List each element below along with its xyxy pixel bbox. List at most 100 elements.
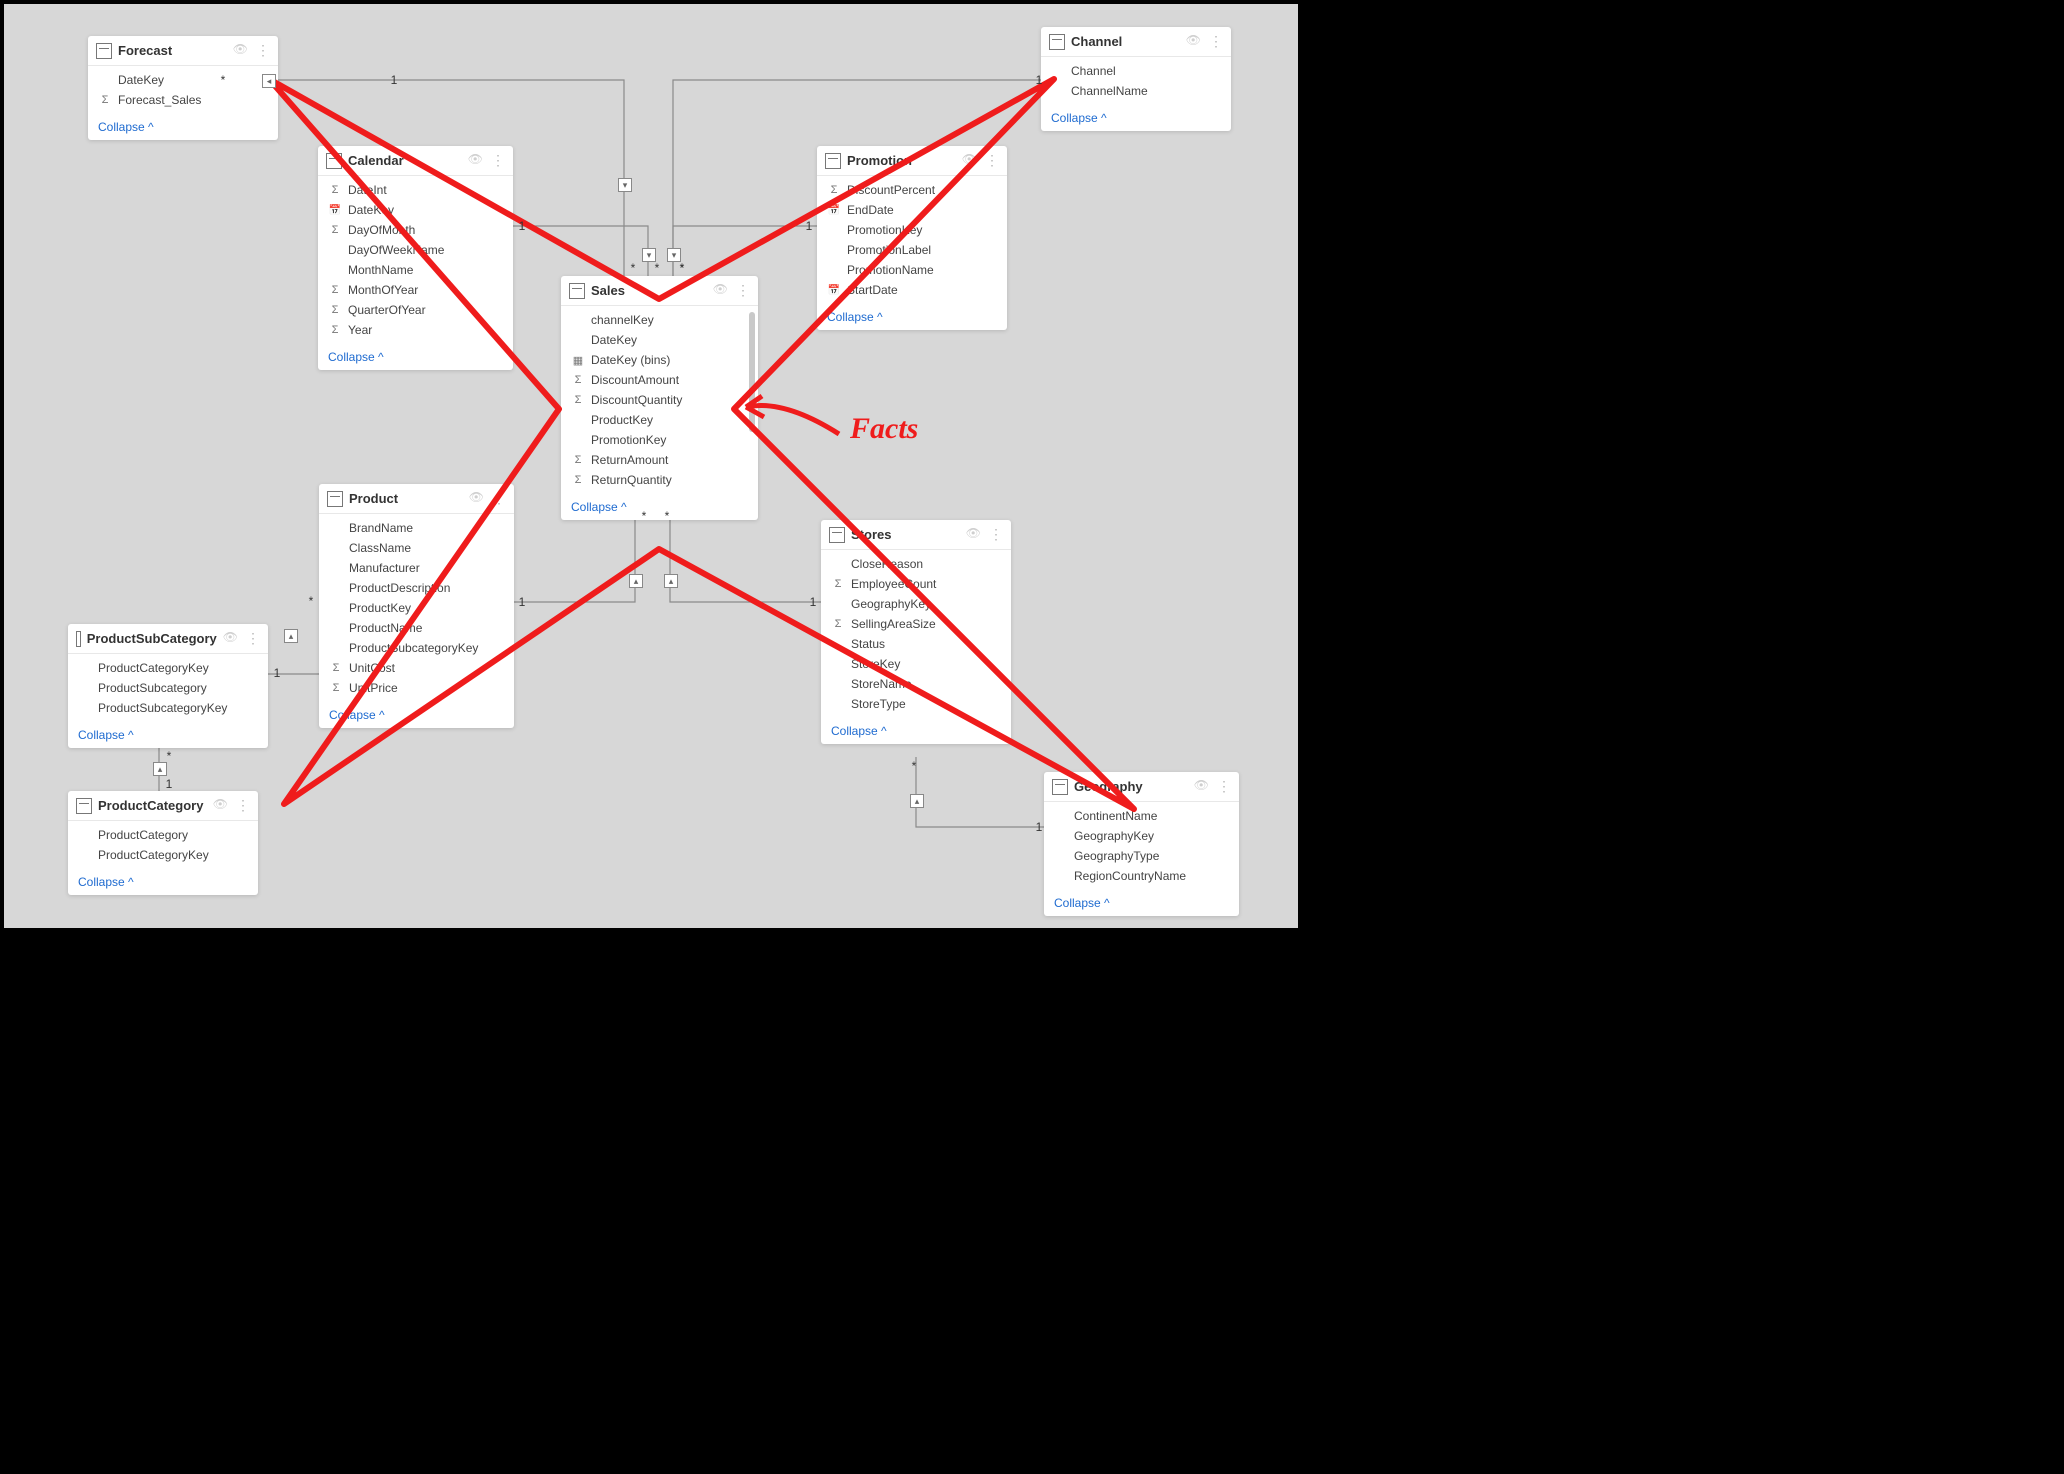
- scrollbar[interactable]: [749, 312, 755, 432]
- table-header[interactable]: ProductSubCategory: [68, 624, 268, 654]
- field-row[interactable]: RegionCountryName: [1044, 866, 1239, 886]
- field-row[interactable]: PromotionKey: [561, 430, 758, 450]
- more-icon[interactable]: [236, 797, 250, 814]
- field-row[interactable]: StartDate: [817, 280, 1007, 300]
- field-row[interactable]: Forecast_Sales: [88, 90, 278, 110]
- collapse-link[interactable]: Collapse ^: [88, 114, 278, 140]
- table-productcategory[interactable]: ProductCategory ProductCategory ProductC…: [68, 791, 258, 895]
- more-icon[interactable]: [985, 152, 999, 169]
- field-row[interactable]: Manufacturer: [319, 558, 514, 578]
- more-icon[interactable]: [989, 526, 1003, 543]
- field-row[interactable]: DateKey: [318, 200, 513, 220]
- table-geography[interactable]: Geography ContinentName GeographyKey Geo…: [1044, 772, 1239, 916]
- table-calendar[interactable]: Calendar DateInt DateKey DayOfMonth DayO…: [318, 146, 513, 370]
- more-icon[interactable]: [1217, 778, 1231, 795]
- collapse-link[interactable]: Collapse ^: [561, 494, 758, 520]
- field-row[interactable]: ReturnAmount: [561, 450, 758, 470]
- visibility-icon[interactable]: [966, 526, 981, 543]
- more-icon[interactable]: [256, 42, 270, 59]
- more-icon[interactable]: [1209, 33, 1223, 50]
- field-row[interactable]: CloseReason: [821, 554, 1011, 574]
- field-row[interactable]: QuarterOfYear: [318, 300, 513, 320]
- field-row[interactable]: Year: [318, 320, 513, 340]
- field-row[interactable]: StoreType: [821, 694, 1011, 714]
- field-row[interactable]: StoreName: [821, 674, 1011, 694]
- more-icon[interactable]: [491, 152, 505, 169]
- table-header[interactable]: Geography: [1044, 772, 1239, 802]
- field-row[interactable]: channelKey: [561, 310, 758, 330]
- collapse-link[interactable]: Collapse ^: [1044, 890, 1239, 916]
- field-row[interactable]: DateInt: [318, 180, 513, 200]
- field-row[interactable]: MonthName: [318, 260, 513, 280]
- field-row[interactable]: ReturnQuantity: [561, 470, 758, 490]
- field-row[interactable]: EndDate: [817, 200, 1007, 220]
- more-icon[interactable]: [246, 630, 260, 647]
- field-row[interactable]: DayOfMonth: [318, 220, 513, 240]
- table-header[interactable]: ProductCategory: [68, 791, 258, 821]
- table-header[interactable]: Promotion: [817, 146, 1007, 176]
- table-sales[interactable]: Sales channelKey DateKey DateKey (bins) …: [561, 276, 758, 520]
- field-row[interactable]: EmployeeCount: [821, 574, 1011, 594]
- table-channel[interactable]: Channel Channel ChannelName Collapse ^: [1041, 27, 1231, 131]
- field-row[interactable]: UnitCost: [319, 658, 514, 678]
- collapse-link[interactable]: Collapse ^: [68, 722, 268, 748]
- table-header[interactable]: Sales: [561, 276, 758, 306]
- collapse-link[interactable]: Collapse ^: [68, 869, 258, 895]
- visibility-icon[interactable]: [1186, 33, 1201, 50]
- field-row[interactable]: MonthOfYear: [318, 280, 513, 300]
- visibility-icon[interactable]: [1194, 778, 1209, 795]
- table-stores[interactable]: Stores CloseReason EmployeeCount Geograp…: [821, 520, 1011, 744]
- collapse-link[interactable]: Collapse ^: [318, 344, 513, 370]
- field-row[interactable]: ProductDescription: [319, 578, 514, 598]
- field-row[interactable]: DateKey: [88, 70, 278, 90]
- visibility-icon[interactable]: [962, 152, 977, 169]
- table-header[interactable]: Forecast: [88, 36, 278, 66]
- more-icon[interactable]: [492, 490, 506, 507]
- field-row[interactable]: PromotionKey: [817, 220, 1007, 240]
- table-productsubcategory[interactable]: ProductSubCategory ProductCategoryKey Pr…: [68, 624, 268, 748]
- table-header[interactable]: Calendar: [318, 146, 513, 176]
- field-row[interactable]: Channel: [1041, 61, 1231, 81]
- field-row[interactable]: ChannelName: [1041, 81, 1231, 101]
- field-row[interactable]: ProductSubcategory: [68, 678, 268, 698]
- table-header[interactable]: Channel: [1041, 27, 1231, 57]
- table-promotion[interactable]: Promotion DiscountPercent EndDate Promot…: [817, 146, 1007, 330]
- more-icon[interactable]: [736, 282, 750, 299]
- field-row[interactable]: DayOfWeekName: [318, 240, 513, 260]
- visibility-icon[interactable]: [213, 797, 228, 814]
- visibility-icon[interactable]: [223, 630, 238, 647]
- collapse-link[interactable]: Collapse ^: [817, 304, 1007, 330]
- table-product[interactable]: Product BrandName ClassName Manufacturer…: [319, 484, 514, 728]
- field-row[interactable]: ProductKey: [561, 410, 758, 430]
- table-forecast[interactable]: Forecast DateKey Forecast_Sales Collapse …: [88, 36, 278, 140]
- field-row[interactable]: Status: [821, 634, 1011, 654]
- field-row[interactable]: ProductCategory: [68, 825, 258, 845]
- field-row[interactable]: ProductCategoryKey: [68, 658, 268, 678]
- collapse-link[interactable]: Collapse ^: [1041, 105, 1231, 131]
- field-row[interactable]: BrandName: [319, 518, 514, 538]
- field-row[interactable]: ProductKey: [319, 598, 514, 618]
- collapse-link[interactable]: Collapse ^: [319, 702, 514, 728]
- field-row[interactable]: DateKey (bins): [561, 350, 758, 370]
- field-row[interactable]: StoreKey: [821, 654, 1011, 674]
- field-row[interactable]: ProductName: [319, 618, 514, 638]
- visibility-icon[interactable]: [468, 152, 483, 169]
- field-row[interactable]: SellingAreaSize: [821, 614, 1011, 634]
- field-row[interactable]: ContinentName: [1044, 806, 1239, 826]
- field-row[interactable]: UnitPrice: [319, 678, 514, 698]
- collapse-link[interactable]: Collapse ^: [821, 718, 1011, 744]
- visibility-icon[interactable]: [469, 490, 484, 507]
- visibility-icon[interactable]: [713, 282, 728, 299]
- table-header[interactable]: Product: [319, 484, 514, 514]
- field-row[interactable]: ProductSubcategoryKey: [68, 698, 268, 718]
- field-row[interactable]: ProductCategoryKey: [68, 845, 258, 865]
- table-header[interactable]: Stores: [821, 520, 1011, 550]
- visibility-icon[interactable]: [233, 42, 248, 59]
- field-row[interactable]: GeographyKey: [821, 594, 1011, 614]
- model-canvas[interactable]: Forecast DateKey Forecast_Sales Collapse …: [4, 4, 1298, 928]
- field-row[interactable]: GeographyType: [1044, 846, 1239, 866]
- field-row[interactable]: PromotionLabel: [817, 240, 1007, 260]
- field-row[interactable]: DiscountPercent: [817, 180, 1007, 200]
- field-row[interactable]: ClassName: [319, 538, 514, 558]
- field-row[interactable]: PromotionName: [817, 260, 1007, 280]
